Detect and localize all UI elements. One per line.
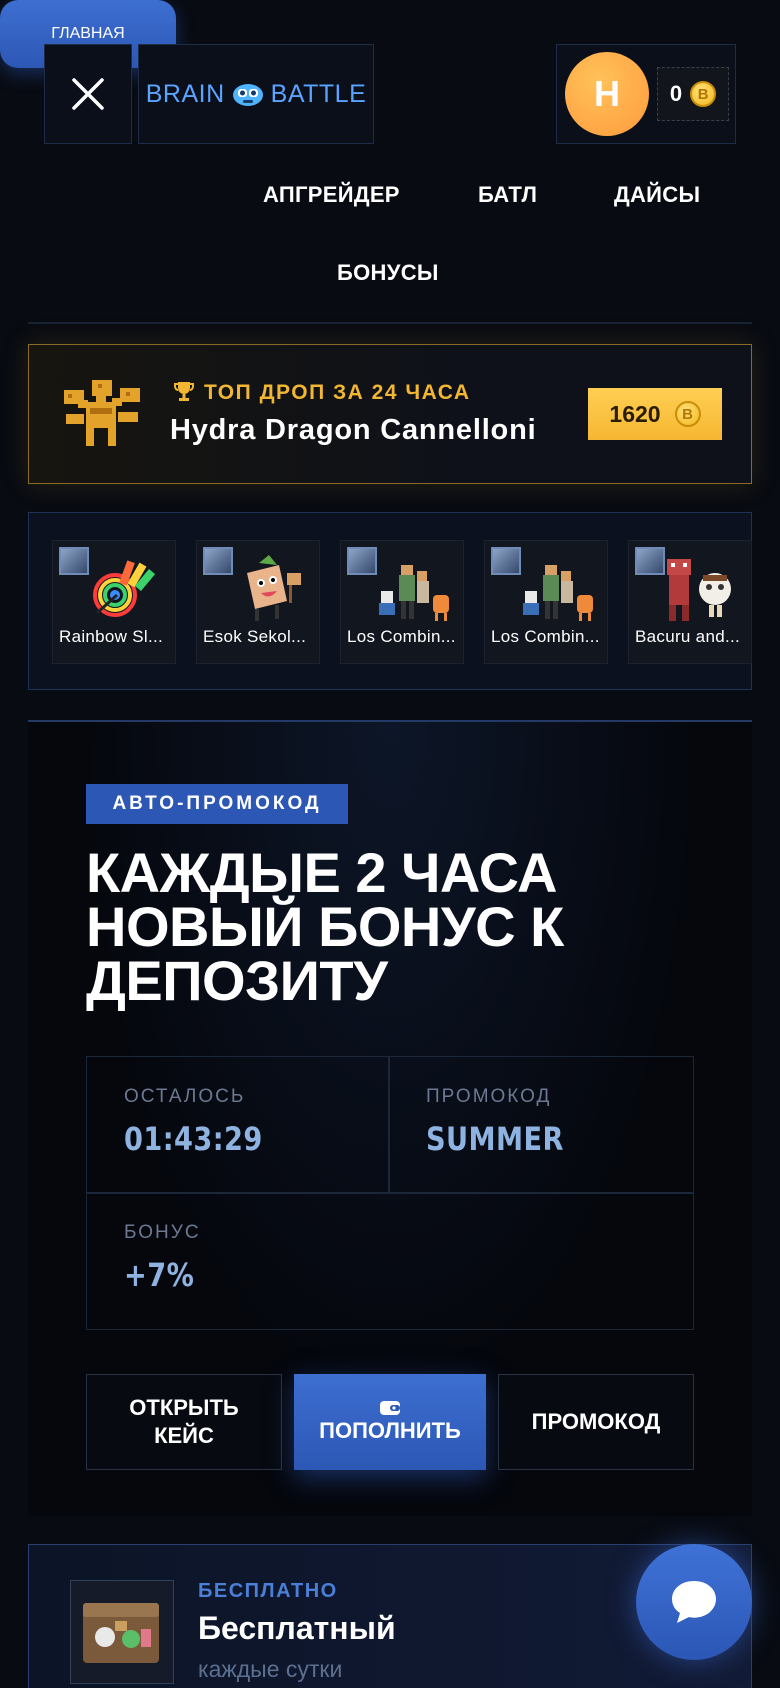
nav-tab-dice[interactable]: ДАЙСЫ: [614, 182, 700, 208]
user-wallet[interactable]: H 0 B: [556, 44, 736, 144]
free-case-tag: БЕСПЛАТНО: [198, 1580, 338, 1602]
stats-divider: [86, 1192, 694, 1194]
logo-text-battle: BATTLE: [270, 79, 367, 108]
button-label: ПРОМОКОД: [531, 1409, 661, 1434]
free-case-subtitle: каждые сутки: [198, 1656, 343, 1682]
free-case-image: [70, 1580, 174, 1684]
close-icon: [72, 78, 104, 110]
button-label: ПОПОЛНИТЬ: [319, 1418, 461, 1443]
remaining-label: ОСТАЛОСЬ: [124, 1086, 246, 1107]
wallet-icon: [380, 1401, 400, 1415]
balance-value: 0: [669, 81, 683, 106]
drop-card[interactable]: Esok Sekol...: [196, 540, 320, 664]
top-drop-price: 1620 B: [588, 388, 722, 440]
user-thumbnail: [59, 547, 89, 575]
stats-divider: [388, 1056, 390, 1193]
group-item-image: [523, 565, 593, 621]
rainbow-hand-item-image: [93, 560, 156, 617]
nav-tab-upgrader[interactable]: АПГРЕЙДЕР: [263, 182, 400, 208]
deposit-button[interactable]: ПОПОЛНИТЬ: [294, 1374, 486, 1470]
logo-text-brain: BRAIN: [145, 79, 225, 108]
button-label: КЕЙС: [154, 1423, 214, 1448]
drop-card[interactable]: Bacuru and...: [628, 540, 752, 664]
headline-line: КАЖДЫЕ 2 ЧАСА: [86, 841, 557, 904]
price-value: 1620: [609, 400, 661, 427]
drop-card[interactable]: Los Combin...: [484, 540, 608, 664]
drop-card-name: Esok Sekol...: [203, 627, 307, 646]
mascot-logo-icon: [232, 84, 263, 106]
group-item-image: [379, 565, 449, 621]
promocode-value[interactable]: SUMMER: [426, 1120, 564, 1158]
drop-card[interactable]: Rainbow Sl...: [52, 540, 176, 664]
button-label: ОТКРЫТЬ: [129, 1395, 239, 1420]
promocode-label: ПРОМОКОД: [426, 1086, 552, 1107]
coin-icon: B: [690, 81, 717, 107]
auto-promocode-badge: АВТО-ПРОМОКОД: [86, 784, 348, 824]
bonus-label: БОНУС: [124, 1222, 201, 1243]
nav-tab-battle[interactable]: БАТЛ: [478, 182, 537, 208]
drop-card[interactable]: Los Combin...: [340, 540, 464, 664]
drop-card-name: Los Combin...: [491, 627, 600, 646]
top-drop-label: ТОП ДРОП ЗА 24 ЧАСА: [204, 381, 471, 404]
free-case-title: Бесплатный: [198, 1610, 396, 1646]
promo-headline: КАЖДЫЕ 2 ЧАСА НОВЫЙ БОНУС К ДЕПОЗИТУ: [86, 841, 706, 1012]
headline-line: ДЕПОЗИТУ: [86, 949, 388, 1012]
duo-item-image: [667, 559, 731, 621]
nav-tab-bonuses[interactable]: БОНУСЫ: [337, 260, 439, 286]
coin-icon: B: [674, 401, 701, 427]
bonus-value: +7%: [124, 1256, 195, 1294]
drop-card-name: Rainbow Sl...: [59, 627, 164, 646]
drop-card-name: Bacuru and...: [635, 627, 741, 646]
nav-tab-label: ГЛАВНАЯ: [51, 25, 125, 42]
support-chat-button[interactable]: [636, 1544, 752, 1660]
dragon-item-image: [64, 380, 140, 446]
trophy-icon: [174, 382, 194, 401]
avatar[interactable]: H: [565, 52, 649, 136]
open-case-button[interactable]: ОТКРЫТЬ КЕЙС: [86, 1374, 282, 1470]
character-item-image: [247, 555, 301, 621]
nav-divider: [28, 322, 752, 324]
promocode-button[interactable]: ПРОМОКОД: [498, 1374, 694, 1470]
chat-bubble-icon: [672, 1581, 716, 1623]
case-chest-icon: [83, 1603, 159, 1663]
remaining-timer: 01:43:29: [124, 1120, 263, 1158]
balance-display[interactable]: 0 B: [657, 67, 729, 121]
headline-line: НОВЫЙ БОНУС К: [86, 895, 564, 958]
site-logo[interactable]: BRAIN BATTLE: [138, 44, 374, 144]
drop-card-name: Los Combin...: [347, 627, 456, 646]
close-button[interactable]: [44, 44, 132, 144]
top-drop-item-name: Hydra Dragon Cannelloni: [170, 414, 537, 446]
